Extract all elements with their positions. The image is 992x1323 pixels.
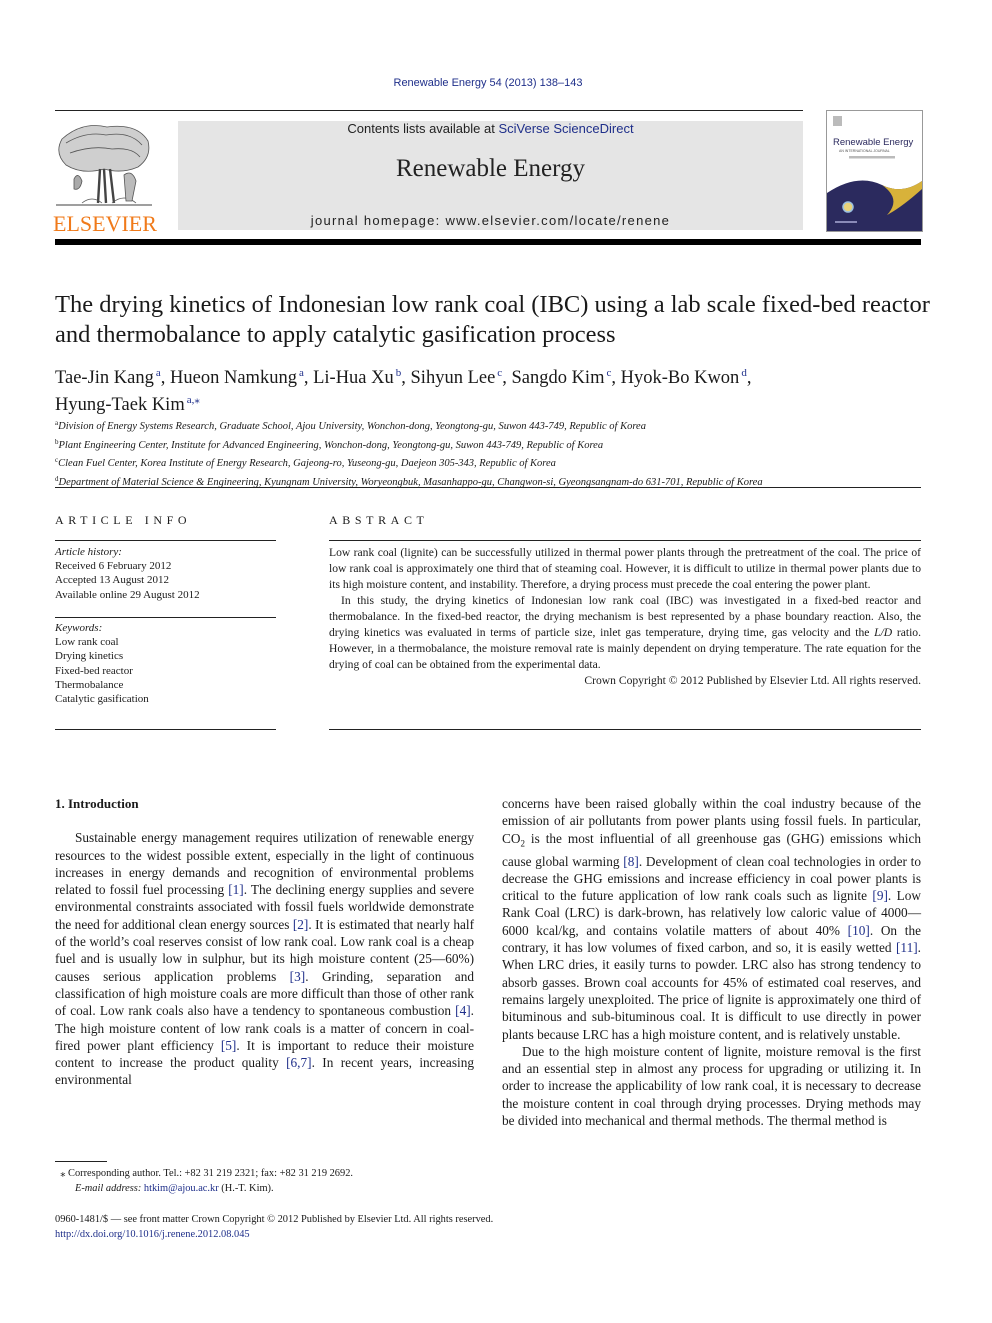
author-list: Tae-Jin Kang a, Hueon Namkung a, Li-Hua Xu… xyxy=(55,362,935,416)
keyword-item: Thermobalance xyxy=(55,678,124,691)
email-note: E-mail address: htkim@ajou.ac.kr (H.-T. … xyxy=(75,1183,274,1194)
author[interactable]: Tae-Jin Kang a, xyxy=(55,367,170,388)
cover-title: Renewable Energy xyxy=(833,137,914,148)
citation-link[interactable]: [4] xyxy=(455,1003,471,1018)
divider xyxy=(55,729,276,730)
elsevier-wordmark: ELSEVIER xyxy=(53,211,157,236)
divider xyxy=(329,540,921,541)
front-matter: 0960-1481/$ — see front matter Crown Cop… xyxy=(55,1212,755,1242)
body-paragraph: concerns have been raised globally withi… xyxy=(502,796,922,1042)
divider xyxy=(55,540,276,541)
author-corresponding[interactable]: Hyung-Taek Kim a,⁎ xyxy=(55,394,200,415)
citation-link[interactable]: [10] xyxy=(848,923,870,938)
abstract-body: Low rank coal (lignite) can be successfu… xyxy=(329,545,921,689)
citation-link[interactable]: [11] xyxy=(896,940,918,955)
history-item: Received 6 February 2012 xyxy=(55,560,172,573)
cover-subtitle: AN INTERNATIONAL JOURNAL xyxy=(839,149,890,153)
journal-banner: Contents lists available at SciVerse Sci… xyxy=(178,121,803,230)
abstract-heading: ABSTRACT xyxy=(329,513,429,527)
section-divider xyxy=(55,487,921,488)
keyword-item: Drying kinetics xyxy=(55,650,124,663)
keyword-item: Catalytic gasification xyxy=(55,693,149,706)
author[interactable]: Hueon Namkung a, xyxy=(170,367,313,388)
article-info-heading: ARTICLE INFO xyxy=(55,513,192,527)
affiliation-item: cClean Fuel Center, Korea Institute of E… xyxy=(55,456,556,469)
history-item: Available online 29 August 2012 xyxy=(55,588,200,601)
citation-link[interactable]: [9] xyxy=(872,888,888,903)
divider xyxy=(55,617,276,618)
corresponding-author-note: ⁎ Corresponding author. Tel.: +82 31 219… xyxy=(60,1168,353,1179)
history-item: Accepted 13 August 2012 xyxy=(55,574,169,587)
abstract-paragraph: Low rank coal (lignite) can be successfu… xyxy=(329,546,921,591)
article-title: The drying kinetics of Indonesian low ra… xyxy=(55,291,930,348)
contents-prefix: Contents lists available at xyxy=(347,121,499,136)
abstract-copyright: Crown Copyright © 2012 Published by Else… xyxy=(584,674,921,687)
asterisk-marker: ⁎ xyxy=(60,1168,66,1179)
contents-line: Contents lists available at SciVerse Sci… xyxy=(178,121,803,136)
cover-emblem-icon xyxy=(842,201,854,213)
keywords-block: Keywords: Low rank coal Drying kinetics … xyxy=(55,621,276,706)
author[interactable]: Sangdo Kim c, xyxy=(511,367,620,388)
keyword-item: Low rank coal xyxy=(55,636,119,649)
journal-citation-link[interactable]: Renewable Energy 54 (2013) 138–143 xyxy=(0,77,976,89)
citation-link[interactable]: [5] xyxy=(221,1038,237,1053)
journal-title: Renewable Energy xyxy=(395,155,586,182)
issn-line: 0960-1481/$ — see front matter Crown Cop… xyxy=(55,1214,494,1225)
doi-link[interactable]: http://dx.doi.org/10.1016/j.renene.2012.… xyxy=(55,1229,250,1240)
footnote: ⁎ Corresponding author. Tel.: +82 31 219… xyxy=(55,1166,495,1196)
citation-link[interactable]: [2] xyxy=(293,917,309,932)
journal-homepage: journal homepage: www.elsevier.com/locat… xyxy=(310,213,671,228)
body-column-left: 1. Introduction Sustainable energy manag… xyxy=(55,795,474,1089)
body-paragraph: Due to the high moisture content of lign… xyxy=(502,1043,921,1128)
affiliation-list: aDivision of Energy Systems Research, Gr… xyxy=(55,416,935,490)
citation-link[interactable]: [3] xyxy=(290,969,306,984)
footnote-rule xyxy=(55,1161,107,1162)
abstract-paragraph: In this study, the drying kinetics of In… xyxy=(329,594,922,671)
header-rule xyxy=(55,110,803,111)
body-paragraph: Sustainable energy management requires u… xyxy=(55,830,474,1088)
citation-link[interactable]: [8] xyxy=(623,854,639,869)
author[interactable]: Sihyun Lee c, xyxy=(411,367,512,388)
divider xyxy=(329,729,921,730)
article-history: Article history: Received 6 February 201… xyxy=(55,545,276,602)
citation-link[interactable]: [1] xyxy=(228,882,244,897)
affiliation-item: bPlant Engineering Center, Institute for… xyxy=(55,437,604,451)
sciencedirect-link[interactable]: SciVerse ScienceDirect xyxy=(498,121,633,136)
section-heading: 1. Introduction xyxy=(55,796,139,811)
history-label: Article history: xyxy=(55,546,122,558)
author[interactable]: Hyok-Bo Kwon d, xyxy=(621,367,752,388)
citation-link[interactable]: [6,7] xyxy=(286,1055,311,1070)
keyword-item: Fixed-bed reactor xyxy=(55,664,133,677)
email-link[interactable]: htkim@ajou.ac.kr xyxy=(144,1183,219,1194)
keywords-label: Keywords: xyxy=(55,622,103,634)
header-thick-rule xyxy=(55,239,921,245)
author[interactable]: Li-Hua Xu b, xyxy=(313,367,410,388)
body-column-right: concerns have been raised globally withi… xyxy=(502,795,921,1129)
affiliation-item: aDivision of Energy Systems Research, Gr… xyxy=(55,419,646,432)
affiliation-marker[interactable]: a,⁎ xyxy=(187,394,200,406)
journal-cover-thumbnail[interactable]: Renewable Energy AN INTERNATIONAL JOURNA… xyxy=(826,110,923,232)
